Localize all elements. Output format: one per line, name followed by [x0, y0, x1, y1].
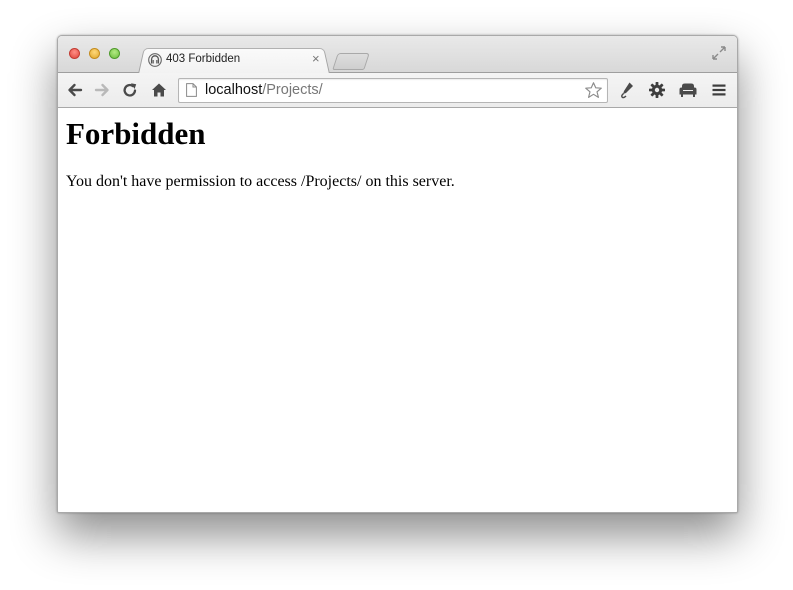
- new-tab-button[interactable]: [332, 53, 370, 70]
- address-bar[interactable]: localhost/Projects/: [178, 78, 608, 103]
- home-icon[interactable]: [150, 81, 168, 99]
- page-heading: Forbidden: [66, 116, 206, 151]
- tab-active[interactable]: 403 Forbidden ×: [144, 48, 324, 72]
- zoom-window-button[interactable]: [109, 48, 120, 59]
- server-icon: [148, 53, 162, 67]
- menu-icon[interactable]: [710, 81, 728, 99]
- url-path: /Projects/: [262, 82, 323, 98]
- url-host: localhost: [205, 82, 263, 98]
- close-window-button[interactable]: [69, 48, 80, 59]
- pen-extension-icon[interactable]: [618, 81, 636, 99]
- browser-window: 403 Forbidden × localhost/Projects/ Forb…: [57, 35, 738, 513]
- back-arrow-icon[interactable]: [66, 81, 84, 99]
- fullscreen-icon[interactable]: [712, 46, 726, 60]
- page-content: Forbidden You don't have permission to a…: [58, 108, 737, 512]
- error-message: You don't have permission to access /Pro…: [66, 173, 455, 190]
- tab-close-button[interactable]: ×: [312, 51, 320, 66]
- gear-icon[interactable]: [648, 81, 666, 99]
- reload-icon[interactable]: [121, 81, 139, 99]
- tab-title: 403 Forbidden: [166, 53, 241, 65]
- toolbar: localhost/Projects/: [58, 73, 737, 108]
- page-icon: [186, 83, 197, 97]
- url-text[interactable]: localhost/Projects/: [205, 82, 323, 98]
- sofa-extension-icon[interactable]: [678, 81, 698, 99]
- minimize-window-button[interactable]: [89, 48, 100, 59]
- forward-arrow-icon[interactable]: [93, 81, 111, 99]
- title-bar: 403 Forbidden ×: [58, 36, 737, 74]
- star-icon[interactable]: [584, 81, 603, 100]
